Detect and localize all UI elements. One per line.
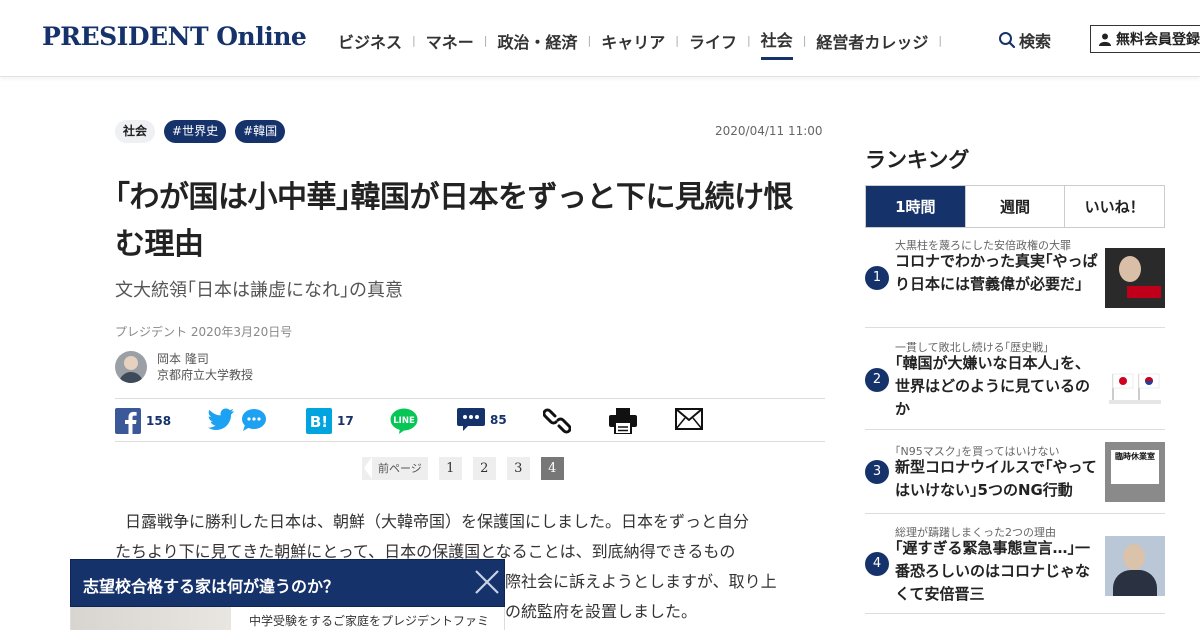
article-source: プレジデント 2020年3月20日号 bbox=[115, 325, 293, 339]
body-line: 日露戦争に勝利した日本は、朝鮮（大韓帝国）を保護国にしました。日本をずっと自分 bbox=[125, 512, 750, 531]
signup-label: 無料会員登録 bbox=[1116, 32, 1200, 48]
nav-separator: | bbox=[746, 34, 751, 47]
rank-title: コロナでわかった真実｢やっぱり日本には菅義偉が必要だ｣ bbox=[895, 252, 1098, 293]
popup-title: 志望校合格する家は何が違うのか？ bbox=[83, 577, 340, 596]
rank-number: 3 bbox=[865, 460, 889, 484]
share-twitter[interactable] bbox=[207, 408, 235, 432]
svg-text:B!: B! bbox=[310, 413, 328, 431]
ranking-heading: ランキング bbox=[865, 148, 970, 172]
ranking-item[interactable]: 4 総理が躊躇しまくった2つの理由 ｢遅すぎる緊急事態宣言…｣一番恐ろしいのはコ… bbox=[865, 514, 1165, 614]
site-header: PRESIDENT Online ビジネス | マネー | 政治・経済 | キャ… bbox=[0, 0, 1200, 77]
author-avatar bbox=[115, 351, 147, 383]
tag-category[interactable]: 社会 bbox=[115, 120, 156, 143]
rank-number: 1 bbox=[865, 266, 889, 290]
print-button[interactable] bbox=[609, 408, 637, 434]
share-twitter-comment[interactable] bbox=[241, 408, 267, 432]
popup-thumbnail bbox=[71, 607, 231, 630]
speech-bubble-icon bbox=[242, 409, 266, 431]
nav-separator: | bbox=[587, 34, 592, 47]
hatena-count: 17 bbox=[337, 414, 354, 428]
tab-likes[interactable]: いいね！ bbox=[1064, 186, 1164, 227]
rank-thumbnail bbox=[1105, 350, 1165, 410]
search-button[interactable]: 検索 bbox=[998, 28, 1051, 52]
signup-button[interactable]: 無料会員登録 bbox=[1090, 25, 1200, 53]
user-icon bbox=[1099, 33, 1111, 46]
nav-separator: | bbox=[675, 34, 679, 47]
ranking-item[interactable]: 1 大黒柱を蔑ろにした安倍政権の大罪 コロナでわかった真実｢やっぱり日本には菅義… bbox=[865, 228, 1165, 328]
flags-icon bbox=[1109, 373, 1161, 404]
nav-separator: | bbox=[938, 34, 943, 47]
svg-text:LINE: LINE bbox=[393, 416, 415, 426]
page-3[interactable]: 3 bbox=[506, 457, 530, 480]
copy-link-button[interactable] bbox=[543, 408, 571, 434]
ranking-tabs: 1時間 週間 いいね！ bbox=[865, 185, 1165, 228]
nav-item-college[interactable]: 経営者カレッジ bbox=[816, 29, 928, 59]
prev-page-button[interactable]: 前ページ bbox=[362, 457, 428, 480]
nav-item-career[interactable]: キャリア bbox=[601, 29, 665, 59]
comment-count: 85 bbox=[490, 413, 507, 427]
hatena-bookmark-icon: B! bbox=[306, 408, 332, 434]
rank-title: ｢遅すぎる緊急事態宣言…｣一番恐ろしいのはコロナじゃなくて安倍晋三 bbox=[895, 539, 1091, 603]
promo-popup[interactable]: 志望校合格する家は何が違うのか？ bbox=[70, 559, 505, 607]
page-1[interactable]: 1 bbox=[438, 457, 462, 480]
share-line[interactable]: LINE bbox=[390, 408, 418, 434]
page-2[interactable]: 2 bbox=[472, 457, 496, 480]
author-name: 岡本 隆司 bbox=[157, 352, 209, 366]
rank-title: ｢韓国が大嫌いな日本人｣を、世界はどのように見ているのか bbox=[895, 354, 1091, 418]
popup-content[interactable]: 中学受験をするご家庭をプレジデントファミ bbox=[70, 607, 505, 630]
mail-icon bbox=[675, 408, 703, 430]
email-share-button[interactable] bbox=[675, 408, 703, 430]
tag-world-history[interactable]: #世界史 bbox=[164, 120, 227, 143]
ranking-item[interactable]: 2 一貫して敗北し続ける｢歴史戦｣ ｢韓国が大嫌いな日本人｣を、世界はどのように… bbox=[865, 328, 1165, 430]
tab-weekly[interactable]: 週間 bbox=[964, 186, 1065, 227]
share-facebook[interactable]: 158 bbox=[115, 408, 171, 434]
nav-item-society[interactable]: 社会 bbox=[760, 27, 793, 60]
twitter-icon bbox=[208, 408, 234, 430]
facebook-count: 158 bbox=[146, 414, 172, 428]
nav-item-business[interactable]: ビジネス bbox=[338, 29, 402, 59]
link-icon bbox=[543, 408, 571, 434]
nav-item-politics[interactable]: 政治・経済 bbox=[497, 29, 577, 59]
facebook-icon bbox=[115, 408, 141, 434]
pagination: 前ページ 1 2 3 4 bbox=[362, 457, 564, 480]
line-icon: LINE bbox=[390, 408, 418, 434]
rank-title: 新型コロナウイルスで｢やってはいけない｣5つのNG行動 bbox=[895, 458, 1097, 499]
nav-separator: | bbox=[412, 34, 416, 47]
search-label: 検索 bbox=[1019, 32, 1052, 51]
article-tags: 社会 #世界史 #韓国 bbox=[115, 120, 286, 143]
site-logo[interactable]: PRESIDENT Online bbox=[42, 22, 307, 51]
search-icon bbox=[999, 32, 1016, 49]
nav-item-money[interactable]: マネー bbox=[426, 29, 474, 59]
share-hatena[interactable]: B! 17 bbox=[306, 408, 354, 434]
thumb-sign-text: 臨時休業室 bbox=[1111, 450, 1159, 484]
rank-number: 2 bbox=[865, 368, 889, 392]
nav-item-life[interactable]: ライフ bbox=[689, 29, 737, 59]
share-bar: 158 B! 17 LINE 85 bbox=[115, 398, 825, 442]
main-nav: ビジネス | マネー | 政治・経済 | キャリア | ライフ | 社会 | 経… bbox=[338, 27, 952, 60]
author-block[interactable]: 岡本 隆司 京都府立大学教授 bbox=[115, 351, 253, 383]
nav-separator: | bbox=[802, 34, 807, 47]
article-title: ｢わが国は小中華｣韓国が日本をずっと下に見続け恨む理由 bbox=[115, 180, 794, 262]
comment-icon bbox=[457, 408, 485, 431]
rank-thumbnail: 臨時休業室 bbox=[1105, 442, 1165, 502]
tag-korea[interactable]: #韓国 bbox=[235, 120, 286, 143]
page-4-current: 4 bbox=[540, 457, 564, 480]
share-comments[interactable]: 85 bbox=[457, 408, 507, 432]
author-affiliation: 京都府立大学教授 bbox=[157, 368, 254, 382]
tab-hourly[interactable]: 1時間 bbox=[866, 186, 965, 227]
rank-number: 4 bbox=[865, 552, 889, 576]
rank-thumbnail bbox=[1105, 536, 1165, 596]
ranking-item[interactable]: 3 ｢N95マスク｣を買ってはいけない 新型コロナウイルスで｢やってはいけない｣… bbox=[865, 430, 1165, 514]
article-date: 2020/04/11 11:00 bbox=[715, 124, 823, 138]
printer-icon bbox=[609, 408, 637, 434]
close-icon[interactable] bbox=[474, 569, 500, 595]
rank-thumbnail bbox=[1105, 248, 1165, 308]
article-subtitle: 文大統領｢日本は謙虚になれ｣の真意 bbox=[115, 280, 403, 301]
nav-separator: | bbox=[483, 34, 488, 47]
popup-description: 中学受験をするご家庭をプレジデントファミ bbox=[249, 614, 490, 628]
